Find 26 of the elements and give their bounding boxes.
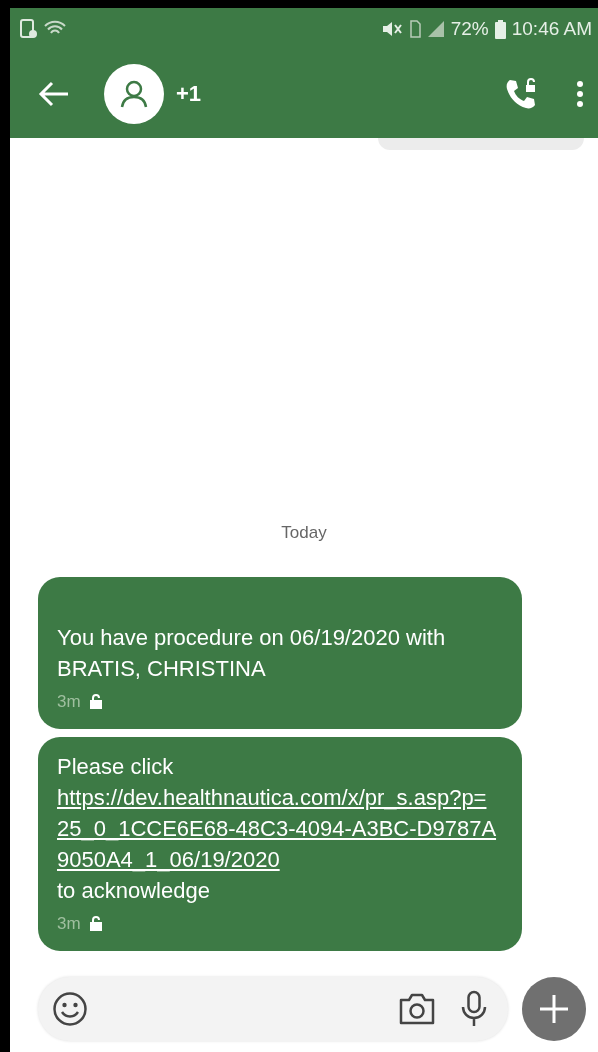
message-time: 3m <box>57 913 81 935</box>
microphone-icon[interactable] <box>460 989 488 1028</box>
signal-icon <box>426 20 445 38</box>
plus-icon <box>539 993 569 1024</box>
contact-name: +1 <box>176 81 203 107</box>
sim-icon <box>408 20 421 38</box>
lock-icon <box>88 916 103 931</box>
phone-icon[interactable] <box>504 77 538 111</box>
lock-icon <box>88 694 103 709</box>
more-options-icon[interactable] <box>576 80 584 108</box>
emoji-icon[interactable] <box>52 990 88 1027</box>
notification-icon <box>20 19 38 39</box>
message-text: You have procedure on 06/19/2020 with BRATIS, CHRISTINA <box>57 624 447 683</box>
message-input-field[interactable] <box>38 976 508 1041</box>
clock-time: 10:46 AM <box>511 18 592 40</box>
battery-icon <box>494 19 506 39</box>
contact-avatar[interactable] <box>104 64 164 124</box>
message-time: 3m <box>57 691 81 713</box>
mute-icon <box>380 20 403 38</box>
message-text: Please click <box>57 753 175 781</box>
back-arrow-icon[interactable] <box>38 81 70 107</box>
message-text: to acknowledge <box>57 877 211 905</box>
date-separator: Today <box>280 523 328 543</box>
battery-percentage: 72% <box>450 18 489 40</box>
camera-icon[interactable] <box>398 991 436 1026</box>
person-icon <box>119 79 149 109</box>
